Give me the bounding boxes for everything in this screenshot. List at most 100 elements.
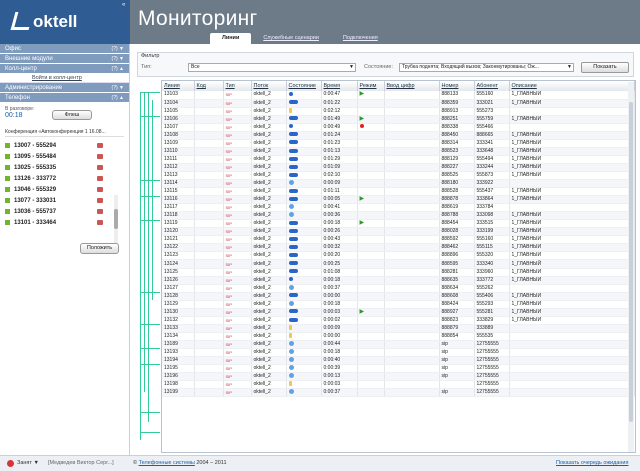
- phone-action-icon[interactable]: [97, 165, 103, 170]
- table-row[interactable]: 13133 SIP oktell_2 0:00:09 888879 333889: [162, 324, 635, 333]
- phone-action-icon[interactable]: [97, 187, 103, 192]
- table-cell: 333098: [474, 211, 510, 221]
- table-row[interactable]: 13112 SIP oktell_2 0:01:09 888227 333244 1_ГЛА…: [162, 163, 635, 172]
- table-row[interactable]: 13196 SIP oktell_2 0:00:13 sip 12755555: [162, 372, 635, 382]
- table-row[interactable]: 13122 SIP oktell_2 0:00:32 888462 555115 1_ГЛА…: [162, 243, 635, 253]
- table-scrollbar[interactable]: [628, 82, 634, 452]
- table-row[interactable]: 13111 SIP oktell_2 0:01:29 888129 555494 1_ГЛА…: [162, 155, 635, 164]
- table-row[interactable]: 13189 SIP oktell_2 0:00:44 sip 12755555: [162, 340, 635, 350]
- phone-action-icon[interactable]: [97, 143, 103, 148]
- table-row[interactable]: 13125 SIP oktell_2 0:01:08 888281 333960 1_ГЛА…: [162, 268, 635, 277]
- agent-status-select[interactable]: Занят ▼: [17, 460, 39, 466]
- participant-item[interactable]: 13036 - 555737: [5, 206, 124, 217]
- column-header-8[interactable]: Номер: [439, 81, 475, 91]
- state-select[interactable]: Трубка поднята; Входящий вызов; Законмут…: [399, 63, 574, 72]
- collapse-sidebar-icon[interactable]: «: [122, 2, 125, 8]
- column-header-1[interactable]: Код: [194, 81, 224, 91]
- table-row[interactable]: 13103 SIP oktell_2 0:00:47 ▶ 888133 555160 1_ГЛ…: [162, 91, 635, 100]
- hangup-button[interactable]: Положить: [80, 243, 119, 254]
- table-row[interactable]: 13110 SIP oktell_2 0:01:13 888523 333648 1_ГЛА…: [162, 147, 635, 156]
- tab-2[interactable]: Подключения: [331, 33, 390, 44]
- column-header-0[interactable]: Линия: [162, 81, 195, 91]
- table-row[interactable]: 13117 SIP oktell_2 0:00:41 888619 333784: [162, 203, 635, 213]
- participant-item[interactable]: 13007 - 555294: [5, 140, 124, 151]
- table-row[interactable]: 13193 SIP oktell_2 0:00:18 sip 12755555: [162, 348, 635, 358]
- table-row[interactable]: 13108 SIP oktell_2 0:01:24 888450 888665 1_ГЛА…: [162, 131, 635, 140]
- column-header-4[interactable]: Состояние: [286, 81, 322, 91]
- table-row[interactable]: 13116 SIP oktell_2 0:00:05 ▶ 888878 333864 1_ГЛ…: [162, 195, 635, 205]
- participant-item[interactable]: 13025 - 555335: [5, 162, 124, 173]
- sidebar-section-3[interactable]: Администрирование (?) ▼: [0, 83, 129, 93]
- phone-action-icon[interactable]: [97, 220, 103, 225]
- table-row[interactable]: 13109 SIP oktell_2 0:01:23 888314 333341 1_ГЛА…: [162, 139, 635, 148]
- tab-0[interactable]: Линии: [210, 33, 252, 44]
- column-header-2[interactable]: Тип: [223, 81, 252, 91]
- phone-action-icon[interactable]: [97, 154, 103, 159]
- participants-scrollbar[interactable]: [114, 195, 118, 247]
- column-header-3[interactable]: Поток: [251, 81, 287, 91]
- column-header-7[interactable]: Ввод цифр: [384, 81, 440, 91]
- table-row[interactable]: 13107 SIP oktell_2 0:00:49 888338 555466: [162, 123, 635, 132]
- scrollbar-thumb[interactable]: [629, 102, 633, 422]
- incoming-state-icon: [288, 148, 298, 153]
- show-button[interactable]: Показать: [581, 62, 629, 73]
- participant-item[interactable]: 13095 - 555484: [5, 151, 124, 162]
- table-row[interactable]: 13194 SIP oktell_2 0:00:40 sip 12755555: [162, 356, 635, 366]
- table-cell: oktell_2: [251, 380, 287, 390]
- scrollbar-thumb[interactable]: [114, 209, 118, 229]
- table-row[interactable]: 13123 SIP oktell_2 0:00:20 888896 555320 1_ГЛА…: [162, 251, 635, 261]
- participant-label: 13036 - 555737: [14, 208, 57, 215]
- incoming-state-icon: [288, 116, 298, 121]
- table-row[interactable]: 13198 SIP oktell_2 0:00:03 12755555: [162, 380, 635, 390]
- table-row[interactable]: 13195 SIP oktell_2 0:00:39 sip 12755555: [162, 364, 635, 374]
- section-toggle-icon[interactable]: (?) ▼: [112, 83, 124, 93]
- table-row[interactable]: 13128 SIP oktell_2 0:00:00 888608 555406 1_ГЛА…: [162, 292, 635, 301]
- flash-button[interactable]: Флеш: [52, 110, 92, 120]
- table-row[interactable]: 13105 SIP oktell_2 0:02:12 888913 555273: [162, 107, 635, 116]
- table-row[interactable]: 13119 SIP oktell_2 0:00:18 ▶ 888454 333515 1_ГЛ…: [162, 219, 635, 229]
- show-queue-link[interactable]: Показать очередь ожидания: [556, 460, 628, 466]
- column-header-10[interactable]: Описание: [509, 81, 635, 91]
- participant-item[interactable]: 13077 - 333031: [5, 195, 124, 206]
- table-row[interactable]: 13115 SIP oktell_2 0:01:11 888528 555437 1_ГЛА…: [162, 187, 635, 197]
- phone-action-icon[interactable]: [97, 209, 103, 214]
- participant-item[interactable]: 13126 - 333772: [5, 173, 124, 184]
- table-cell: 555759: [474, 115, 510, 124]
- column-header-9[interactable]: Абонент: [474, 81, 510, 91]
- table-row[interactable]: 13127 SIP oktell_2 0:00:37 888634 555262: [162, 284, 635, 293]
- tab-1[interactable]: Служебные сценарии: [251, 33, 331, 44]
- sidebar-section-0[interactable]: Офис (?) ▼: [0, 44, 129, 54]
- participant-item[interactable]: 13046 - 555329: [5, 184, 124, 195]
- sidebar-section-2[interactable]: Колл-центр (?) ▲: [0, 64, 129, 74]
- table-cell: [286, 235, 322, 245]
- table-row[interactable]: 13118 SIP oktell_2 0:00:36 888788 333098 1_ГЛА…: [162, 211, 635, 221]
- participant-item[interactable]: 13101 - 333464: [5, 217, 124, 228]
- callcenter-login-link[interactable]: Войти в колл-центр: [0, 74, 129, 83]
- phone-action-icon[interactable]: [97, 176, 103, 181]
- type-select[interactable]: Все ▼: [188, 63, 356, 72]
- section-toggle-icon[interactable]: (?) ▲: [112, 93, 124, 103]
- phone-action-icon[interactable]: [97, 198, 103, 203]
- table-row[interactable]: 13126 SIP oktell_2 0:00:18 888635 333772 1_ГЛА…: [162, 276, 635, 285]
- table-row[interactable]: 13129 SIP oktell_2 0:00:18 888424 555293 1_ГЛА…: [162, 300, 635, 309]
- table-row[interactable]: 13130 SIP oktell_2 0:00:03 ▶ 888927 555281 1_ГЛ…: [162, 308, 635, 317]
- table-row[interactable]: 13114 SIP oktell_2 0:00:09 888180 333922: [162, 179, 635, 189]
- company-link[interactable]: Телефонные системы: [139, 460, 195, 466]
- column-header-6[interactable]: Режим: [357, 81, 385, 91]
- table-row[interactable]: 13199 SIP oktell_2 0:00:37 sip 12755555: [162, 388, 635, 398]
- section-toggle-icon[interactable]: (?) ▼: [112, 54, 124, 64]
- table-row[interactable]: 13134 SIP oktell_2 0:00:00 888854 555535: [162, 332, 635, 341]
- table-row[interactable]: 13104 SIP oktell_2 0:01:22 888359 333021 1_ГЛА…: [162, 99, 635, 108]
- sidebar-section-1[interactable]: Внешние модули (?) ▼: [0, 54, 129, 64]
- table-row[interactable]: 13106 SIP oktell_2 0:01:49 ▶ 888251 555759 1_ГЛ…: [162, 115, 635, 124]
- column-header-5[interactable]: Время: [321, 81, 358, 91]
- section-toggle-icon[interactable]: (?) ▼: [112, 44, 124, 54]
- table-row[interactable]: 13121 SIP oktell_2 0:00:43 888592 555160 1_ГЛА…: [162, 235, 635, 245]
- table-row[interactable]: 13113 SIP oktell_2 0:02:10 888525 555873 1_ГЛА…: [162, 171, 635, 181]
- table-row[interactable]: 13120 SIP oktell_2 0:00:26 888028 333199 1_ГЛА…: [162, 227, 635, 237]
- sidebar-section-4[interactable]: Телефон (?) ▲: [0, 93, 129, 103]
- table-row[interactable]: 13132 SIP oktell_2 0:00:02 888823 333829 1_ГЛА…: [162, 316, 635, 325]
- table-row[interactable]: 13124 SIP oktell_2 0:00:25 888595 333340 1_ГЛА…: [162, 259, 635, 269]
- table-cell: [194, 187, 224, 197]
- section-toggle-icon[interactable]: (?) ▲: [112, 64, 124, 74]
